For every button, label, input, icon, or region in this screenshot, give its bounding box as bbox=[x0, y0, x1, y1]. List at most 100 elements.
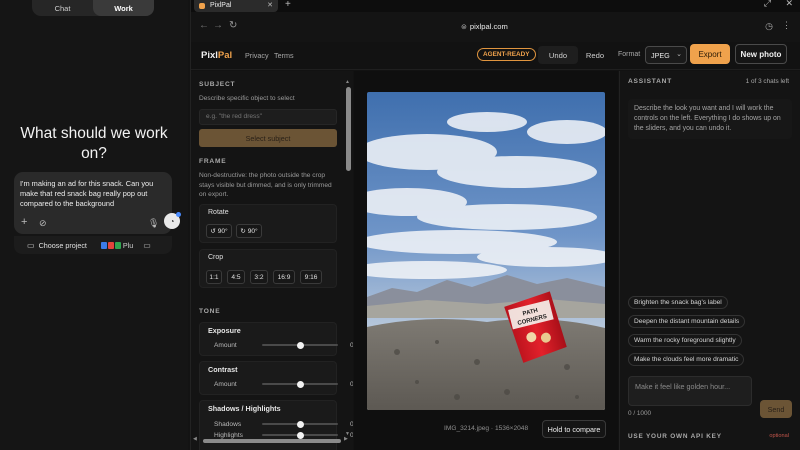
tab-title: PixlPal bbox=[210, 2, 232, 9]
subject-title: SUBJECT bbox=[199, 81, 236, 88]
suggestion-chip[interactable]: Deepen the distant mountain details bbox=[628, 315, 746, 328]
exposure-amount-label: Amount bbox=[214, 342, 237, 349]
terms-link[interactable]: Terms bbox=[274, 51, 294, 60]
crop-4-5-button[interactable]: 4:5 bbox=[227, 270, 245, 284]
format-value: JPEG bbox=[651, 50, 670, 60]
contrast-slider-handle[interactable] bbox=[296, 380, 304, 388]
mode-toggle: Chat Work bbox=[32, 0, 154, 16]
add-icon[interactable]: + bbox=[21, 216, 27, 228]
back-icon[interactable]: ← bbox=[199, 20, 209, 31]
tab-work[interactable]: Work bbox=[93, 0, 154, 16]
horizontal-scroll-thumb[interactable] bbox=[203, 439, 341, 443]
character-count: 0 / 1000 bbox=[628, 410, 652, 417]
tab-bar: PixlPal ✕ + ⤢ ✕ bbox=[191, 0, 800, 12]
browser-tab[interactable]: PixlPal ✕ bbox=[194, 0, 278, 12]
app-icon-green bbox=[114, 241, 121, 249]
controls-horizontal-scrollbar[interactable]: ◀ ▶ bbox=[191, 436, 353, 445]
folder-icon: ▭ bbox=[27, 240, 35, 250]
new-photo-button[interactable]: New photo bbox=[735, 44, 787, 64]
scroll-right-icon[interactable]: ▶ bbox=[344, 436, 348, 442]
privacy-link[interactable]: Privacy bbox=[245, 51, 269, 60]
notification-dot bbox=[176, 212, 181, 217]
tab-chat[interactable]: Chat bbox=[32, 0, 93, 16]
choose-project-button[interactable]: Choose project bbox=[39, 241, 87, 250]
more-icon[interactable]: ⋮ bbox=[782, 20, 791, 31]
photo-preview[interactable]: PATH CORNERS bbox=[367, 92, 605, 410]
subject-description: Describe specific object to select bbox=[199, 95, 295, 102]
contrast-amount-label: Amount bbox=[214, 381, 237, 388]
shadows-label: Shadows bbox=[214, 421, 242, 428]
tone-title: TONE bbox=[199, 308, 221, 315]
app-header: PixlPal Privacy Terms AGENT-READY Undo R… bbox=[191, 42, 800, 70]
agent-ready-badge: AGENT-READY bbox=[477, 48, 536, 61]
site-info-icon: ⊜ bbox=[461, 24, 467, 31]
suggestion-chip[interactable]: Brighten the snack bag's label bbox=[628, 296, 728, 309]
screen-icon[interactable]: ▭ bbox=[143, 241, 151, 250]
app-logo[interactable]: PixlPal bbox=[201, 50, 232, 61]
mic-icon[interactable]: 🎙︎ bbox=[148, 218, 159, 229]
exposure-slider-handle[interactable] bbox=[296, 341, 304, 349]
exposure-title: Exposure bbox=[208, 326, 241, 335]
browser-window: PixlPal ✕ + ⤢ ✕ ← → ↻ ⊜ pixlpal.com ◷ ⋮ P… bbox=[190, 0, 800, 450]
highlights-slider[interactable] bbox=[262, 431, 338, 439]
redo-button[interactable]: Redo bbox=[581, 46, 609, 64]
select-subject-button[interactable]: Select subject bbox=[199, 129, 337, 147]
controls-vertical-scrollbar[interactable]: ▲ ▼ bbox=[345, 79, 352, 439]
assistant-prompt-input[interactable]: Make it feel like golden hour... bbox=[628, 376, 752, 406]
composer-text[interactable]: I'm making an ad for this snack. Can you… bbox=[20, 179, 166, 209]
photo-canvas: PATH CORNERS IMG_3214.jpeg · 1536×2048 H… bbox=[354, 71, 618, 450]
chats-left-count: 1 of 3 chats left bbox=[745, 78, 789, 85]
format-label: Format bbox=[618, 51, 641, 58]
crop-9-16-button[interactable]: 9:16 bbox=[300, 270, 322, 284]
scroll-left-icon[interactable]: ◀ bbox=[193, 436, 197, 442]
address-bar[interactable]: ⊜ pixlpal.com bbox=[461, 22, 508, 31]
exposure-card: Exposure Amount 0 bbox=[199, 322, 353, 356]
tools-icon[interactable]: ⊘ bbox=[39, 218, 47, 229]
undo-button[interactable]: Undo bbox=[538, 46, 578, 64]
exposure-slider[interactable] bbox=[262, 341, 338, 349]
api-key-title[interactable]: USE YOUR OWN API KEY bbox=[628, 433, 722, 440]
close-window-icon[interactable]: ✕ bbox=[785, 0, 793, 9]
send-button[interactable]: Send bbox=[760, 400, 792, 418]
forward-icon[interactable]: → bbox=[213, 20, 223, 31]
suggestion-chip[interactable]: Warm the rocky foreground slightly bbox=[628, 334, 742, 347]
rotate-label: Rotate bbox=[208, 209, 229, 216]
assistant-title: ASSISTANT bbox=[628, 78, 673, 85]
subject-input[interactable]: e.g. "the red dress" bbox=[199, 109, 337, 125]
shadows-slider-handle[interactable] bbox=[296, 420, 304, 428]
rotate-card: Rotate ↺ 90° ↻ 90° bbox=[199, 204, 337, 243]
chat-composer[interactable]: I'm making an ad for this snack. Can you… bbox=[14, 172, 181, 234]
plugins-label: Plu bbox=[122, 240, 134, 250]
rotate-right-button[interactable]: ↻ 90° bbox=[236, 224, 262, 238]
crop-card: Crop 1:1 4:5 3:2 16:9 9:16 bbox=[199, 249, 337, 288]
suggestion-chip[interactable]: Make the clouds feel more dramatic bbox=[628, 353, 745, 366]
project-row: ▭ Choose project Plu ▭ bbox=[14, 236, 172, 254]
rotate-left-icon: ↺ bbox=[210, 228, 216, 235]
format-select[interactable]: JPEG ⌄ bbox=[645, 46, 687, 64]
crop-3-2-button[interactable]: 3:2 bbox=[250, 270, 268, 284]
scroll-up-icon[interactable]: ▲ bbox=[345, 79, 350, 85]
shadows-slider[interactable] bbox=[262, 420, 338, 428]
close-tab-icon[interactable]: ✕ bbox=[267, 0, 273, 12]
hold-to-compare-button[interactable]: Hold to compare bbox=[542, 420, 606, 438]
frame-description: Non-destructive: the photo outside the c… bbox=[199, 172, 332, 198]
new-tab-icon[interactable]: + bbox=[285, 0, 291, 10]
contrast-title: Contrast bbox=[208, 365, 238, 374]
plugin-icons[interactable] bbox=[100, 241, 121, 249]
shadows-highlights-title: Shadows / Highlights bbox=[208, 404, 281, 413]
vertical-scroll-thumb[interactable] bbox=[346, 87, 351, 171]
crop-label: Crop bbox=[208, 254, 224, 261]
crop-16-9-button[interactable]: 16:9 bbox=[273, 270, 295, 284]
contrast-slider[interactable] bbox=[262, 380, 338, 388]
expand-icon[interactable]: ⤢ bbox=[764, 0, 771, 9]
crop-1-1-button[interactable]: 1:1 bbox=[206, 270, 222, 284]
send-icon[interactable]: ◔ bbox=[164, 212, 181, 229]
reload-icon[interactable]: ↻ bbox=[229, 20, 237, 31]
history-icon[interactable]: ◷ bbox=[765, 21, 773, 32]
rock-pile bbox=[367, 318, 605, 410]
rotate-left-button[interactable]: ↺ 90° bbox=[206, 224, 232, 238]
export-button[interactable]: Export bbox=[690, 44, 730, 64]
rotate-left-label: 90° bbox=[217, 227, 228, 235]
chat-panel: Chat Work What should we work on? I'm ma… bbox=[0, 0, 188, 450]
logo-suffix: Pal bbox=[217, 50, 233, 61]
